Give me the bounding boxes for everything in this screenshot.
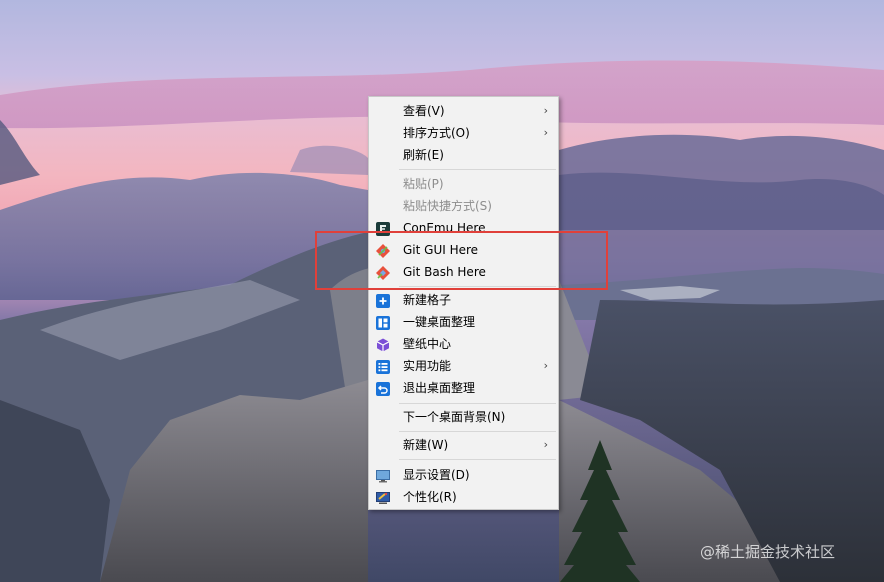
grid-layout-icon [376,315,390,330]
menu-item-label: 个性化(R) [403,490,457,504]
monitor-icon [376,468,390,483]
menu-item-label: 下一个桌面背景(N) [403,410,506,424]
menu-item-label: 壁纸中心 [403,337,452,351]
menu-item-utilities[interactable]: 实用功能 › [369,355,558,377]
submenu-arrow-icon: › [543,104,548,117]
menu-item-new[interactable]: 新建(W) › [369,434,558,456]
personalize-icon [376,490,390,504]
menu-separator [399,403,556,404]
menu-item-label: 新建(W) [403,438,449,452]
desktop-context-menu: 查看(V) › 排序方式(O) › 刷新(E) 粘贴(P) 粘贴快捷方式(S) … [368,96,559,510]
menu-item-next-background[interactable]: 下一个桌面背景(N) [369,406,558,428]
menu-item-new-box[interactable]: 新建格子 [369,289,558,311]
menu-item-personalize[interactable]: 个性化(R) [369,486,558,508]
menu-item-label: 排序方式(O) [403,126,470,140]
menu-item-desktop-organize[interactable]: 一键桌面整理 [369,311,558,333]
submenu-arrow-icon: › [543,126,548,139]
menu-item-sort-by[interactable]: 排序方式(O) › [369,122,558,144]
submenu-arrow-icon: › [543,438,548,451]
menu-separator [399,431,556,432]
menu-item-paste: 粘贴(P) [369,173,558,195]
exit-icon [376,381,390,396]
menu-item-label: 刷新(E) [403,148,444,162]
menu-item-refresh[interactable]: 刷新(E) [369,144,558,166]
menu-item-exit-organize[interactable]: 退出桌面整理 [369,377,558,399]
menu-item-label: 粘贴快捷方式(S) [403,199,492,213]
list-icon [376,359,390,374]
git-items-highlight-box [315,231,608,290]
menu-separator [399,459,556,460]
menu-separator [399,169,556,170]
watermark: @稀土掘金技术社区 [700,543,836,561]
menu-item-view[interactable]: 查看(V) › [369,100,558,122]
menu-item-label: 实用功能 [403,359,452,373]
menu-item-label: 显示设置(D) [403,468,470,482]
menu-item-label: 查看(V) [403,104,445,118]
menu-item-paste-shortcut: 粘贴快捷方式(S) [369,195,558,217]
menu-item-display-settings[interactable]: 显示设置(D) [369,464,558,486]
add-box-icon [376,293,390,308]
submenu-arrow-icon: › [543,359,548,372]
menu-item-label: 新建格子 [403,293,452,307]
menu-item-label: 粘贴(P) [403,177,444,191]
menu-item-wallpaper-center[interactable]: 壁纸中心 [369,333,558,355]
cube-icon [376,337,390,352]
menu-item-label: 一键桌面整理 [403,315,476,329]
menu-item-label: 退出桌面整理 [403,381,476,395]
